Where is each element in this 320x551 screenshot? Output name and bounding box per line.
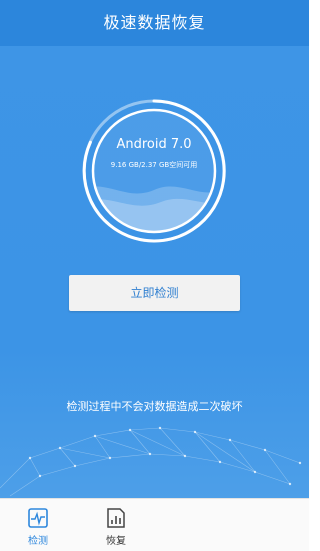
storage-gauge: Android 7.0 9.16 GB/2.37 GB空间可用 xyxy=(81,98,227,244)
tab-detect[interactable]: 检测 xyxy=(8,499,68,551)
tab-recover[interactable]: 恢复 xyxy=(86,499,146,551)
safety-notice: 检测过程中不会对数据造成二次破坏 xyxy=(66,400,243,413)
tab-recover-label: 恢复 xyxy=(106,536,126,547)
os-version-label: Android 7.0 xyxy=(116,137,192,152)
bar-chart-document-icon xyxy=(107,508,125,528)
storage-info-label: 9.16 GB/2.37 GB空间可用 xyxy=(110,161,198,169)
gauge-ring-graphic xyxy=(82,99,226,243)
app-title: 极速数据恢复 xyxy=(0,0,309,46)
detect-now-button[interactable]: 立即检测 xyxy=(69,275,240,311)
network-dots-decoration xyxy=(0,426,302,497)
pulse-monitor-icon xyxy=(28,508,48,528)
main-screen: 极速数据恢复 Android 7.0 9.16 GB/2.37 GB空间可用 立… xyxy=(0,0,309,498)
tab-detect-label: 检测 xyxy=(28,536,48,547)
bottom-tab-bar: 检测 恢复 xyxy=(0,498,309,551)
